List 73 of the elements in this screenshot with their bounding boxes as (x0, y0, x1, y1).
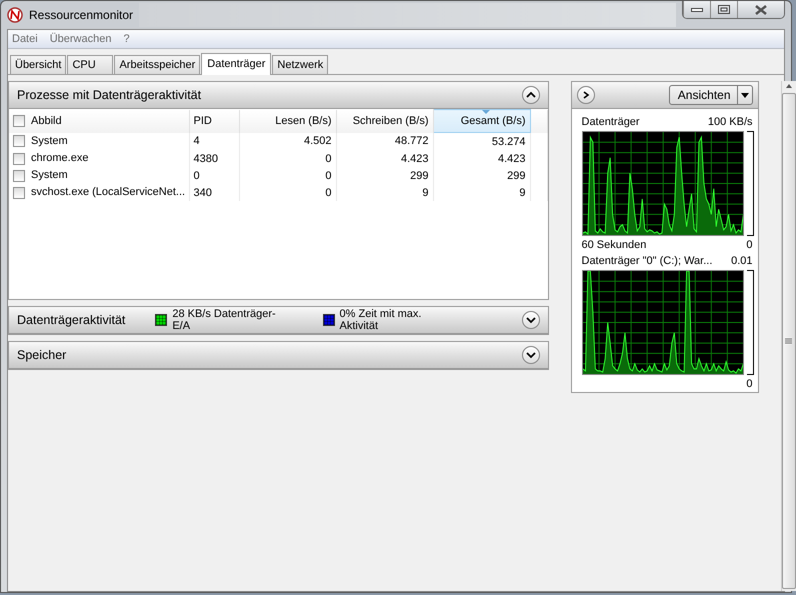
legend-label: 28 KB/s Datenträger-E/A (172, 308, 277, 332)
section-title: Prozesse mit Datenträgeraktivität (17, 88, 202, 102)
checkbox[interactable] (13, 115, 25, 128)
table-cell: 0 (239, 167, 336, 184)
scrollbar[interactable] (780, 81, 796, 591)
table-cell: 53.274 (433, 132, 530, 150)
checkbox[interactable] (13, 170, 25, 182)
table-cell: 340 (189, 184, 239, 201)
table-cell: 4380 (189, 150, 239, 167)
checkbox[interactable] (13, 186, 25, 199)
collapse-button[interactable] (522, 86, 540, 104)
graph-min-label: 0 (746, 378, 752, 390)
checkbox[interactable] (13, 135, 25, 148)
time-span-label: 60 Sekunden (582, 239, 646, 251)
table-cell: 4.423 (336, 150, 433, 167)
table-cell: 0 (239, 184, 336, 201)
maximize-icon (718, 5, 730, 14)
table-cell: 0 (239, 150, 336, 167)
section-header[interactable]: Speicher (9, 342, 548, 369)
table-cell: 299 (433, 167, 530, 184)
minimize-icon (691, 8, 703, 12)
graph-min-label: 0 (746, 239, 752, 251)
checkbox[interactable] (13, 152, 25, 165)
caret-icon (740, 92, 748, 98)
table-cell: svchost.exe (LocalServiceNet... (9, 184, 189, 201)
window-title: Ressourcenmonitor (29, 8, 134, 22)
table-cell: 4 (189, 132, 239, 150)
section-header[interactable]: Datenträgeraktivität 28 KB/s Datenträger-E/A 0% Zeit mit max. Aktivität (9, 307, 548, 334)
table-cell: System (9, 132, 189, 150)
section-header[interactable]: Prozesse mit Datenträgeraktivität (9, 82, 548, 109)
table-cell: 0 (189, 167, 239, 184)
expand-button[interactable] (576, 86, 594, 104)
table-cell: 48.772 (336, 132, 433, 150)
column-header[interactable]: Lesen (B/s) (239, 110, 336, 132)
maximize-button[interactable] (710, 1, 737, 18)
expand-button[interactable] (522, 346, 540, 364)
minimize-button[interactable] (683, 1, 710, 18)
table-cell: 9 (336, 184, 433, 201)
menu-item[interactable]: ? (123, 33, 130, 45)
section-title: Speicher (17, 348, 66, 362)
column-header[interactable]: Schreiben (B/s) (336, 110, 433, 132)
tab[interactable]: Netzwerk (272, 55, 328, 74)
graph-title: Datenträger (582, 116, 640, 128)
graph-title: Datenträger "0" (C:); War... (582, 255, 712, 267)
app-icon (7, 7, 23, 23)
close-button[interactable] (737, 1, 784, 18)
grip-icon (785, 338, 792, 344)
table-cell: chrome.exe (9, 150, 189, 167)
column-header[interactable]: PID (189, 110, 239, 132)
graph-max-label: 100 KB/s (708, 116, 752, 128)
chevron-down-icon (526, 351, 536, 359)
tab[interactable]: CPU (67, 55, 114, 74)
graph-max-label: 0.01 (731, 255, 752, 267)
chevron-up-icon (526, 91, 536, 99)
chevron-down-icon (526, 316, 536, 324)
table-cell: 4.423 (433, 150, 530, 167)
chevron-right-icon (582, 91, 590, 99)
table-cell: 299 (336, 167, 433, 184)
tab[interactable]: Datenträger (201, 53, 272, 75)
table-cell: System (9, 167, 189, 184)
tab[interactable]: Übersicht (10, 55, 66, 74)
views-button[interactable]: Ansichten (668, 85, 752, 105)
section-title: Datenträgeraktivität (17, 313, 126, 327)
legend-label: 0% Zeit mit max. Aktivität (340, 308, 422, 332)
column-header[interactable]: Abbild (9, 110, 189, 132)
close-icon (755, 4, 767, 14)
table-cell: 9 (433, 184, 530, 201)
expand-button[interactable] (522, 311, 540, 329)
table-cell: 4.502 (239, 132, 336, 150)
column-header[interactable]: Gesamt (B/s) (433, 110, 530, 132)
menu-item[interactable]: Datei (12, 33, 38, 45)
tab[interactable]: Arbeitsspeicher (114, 55, 200, 74)
menu-item[interactable]: Überwachen (50, 33, 112, 45)
